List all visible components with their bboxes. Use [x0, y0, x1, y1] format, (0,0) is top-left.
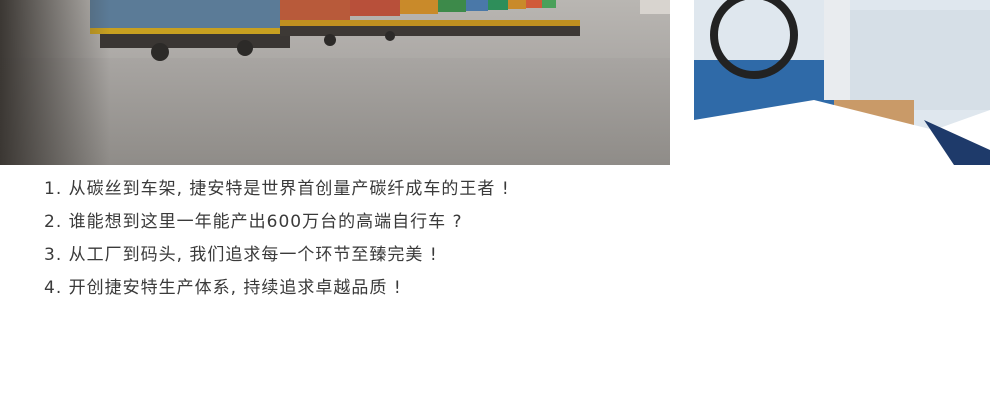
- feature-list: 1. 从碳丝到车架, 捷安特是世界首创量产碳纤成车的王者 ! 2. 谁能想到这里…: [44, 180, 510, 312]
- trailers-photo: [0, 0, 670, 165]
- factory-photo: [694, 0, 990, 165]
- list-item: 2. 谁能想到这里一年能产出600万台的高端自行车 ?: [44, 212, 463, 232]
- factory-illustration: [694, 0, 990, 165]
- list-item: 3. 从工厂到码头, 我们追求每一个环节至臻完美 !: [44, 245, 438, 265]
- list-item: 4. 开创捷安特生产体系, 持续追求卓越品质 !: [44, 278, 402, 298]
- list-item: 1. 从碳丝到车架, 捷安特是世界首创量产碳纤成车的王者 !: [44, 179, 510, 199]
